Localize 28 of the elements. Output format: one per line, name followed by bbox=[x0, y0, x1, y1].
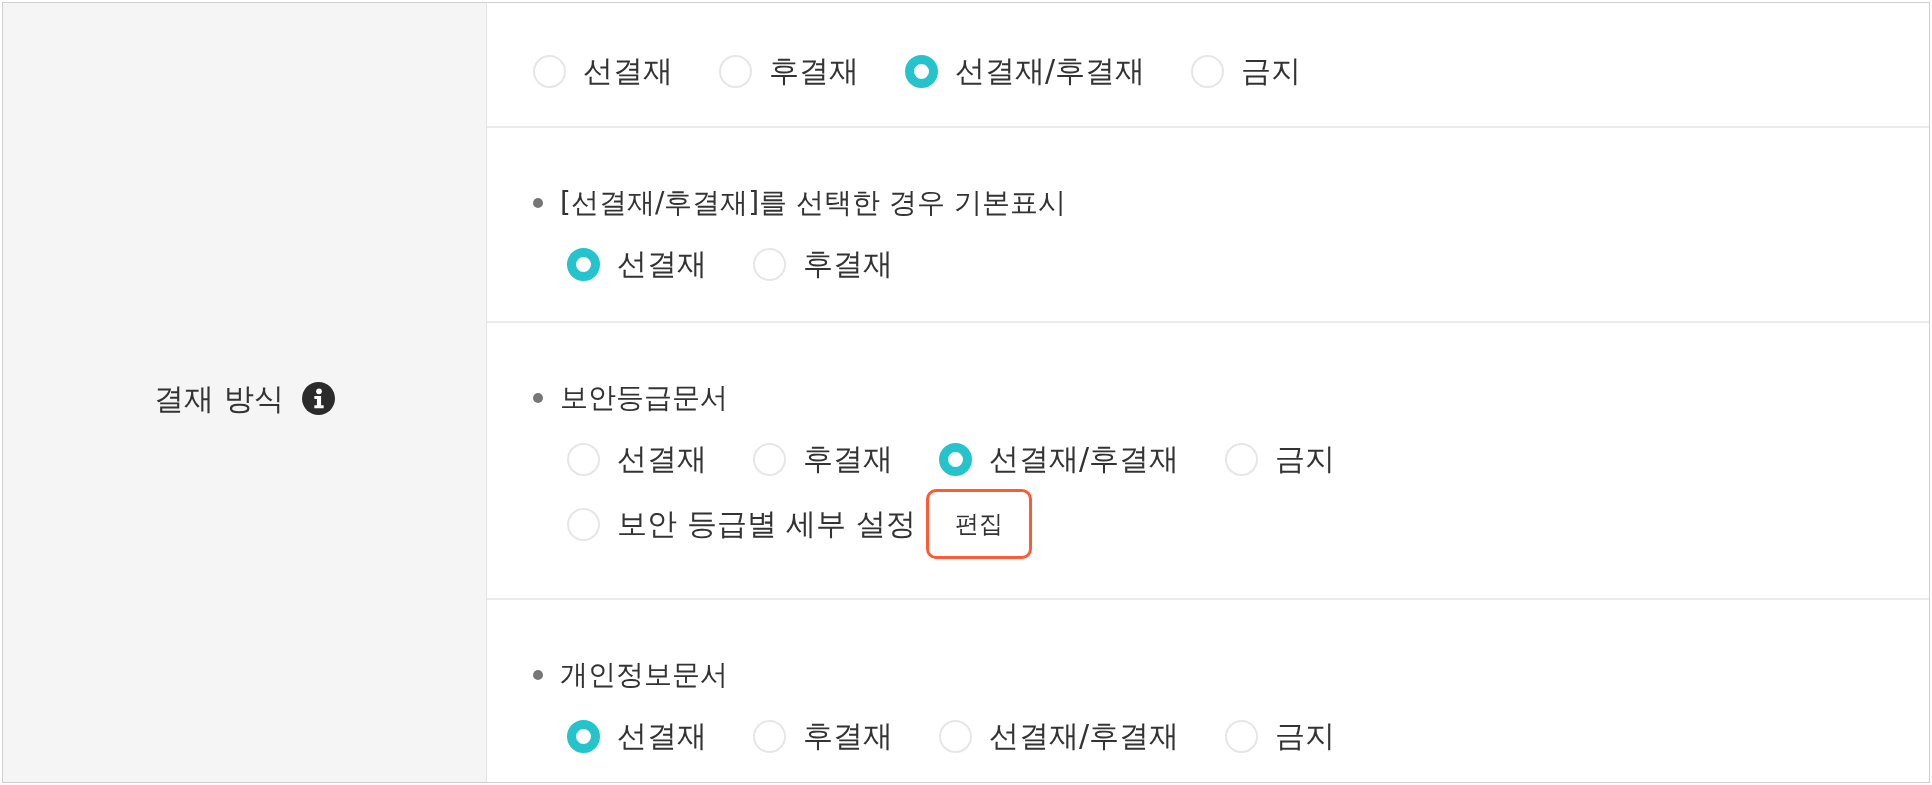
info-icon[interactable] bbox=[301, 382, 335, 415]
radio-option[interactable]: 후결재 bbox=[719, 53, 859, 89]
radio-option[interactable]: 선결재/후결재 bbox=[939, 441, 1180, 477]
radio-option[interactable]: 금지 bbox=[1225, 441, 1336, 477]
radio-option[interactable]: 선결재/후결재 bbox=[905, 53, 1146, 89]
section-title: 개인정보문서 bbox=[560, 657, 728, 693]
radio-option[interactable]: 후결재 bbox=[753, 441, 893, 477]
radio-button[interactable] bbox=[905, 54, 938, 88]
radio-option[interactable]: 선결재 bbox=[567, 718, 707, 754]
radio-button[interactable] bbox=[567, 247, 600, 281]
radio-option[interactable]: 선결재 bbox=[533, 53, 673, 89]
radio-option[interactable]: 보안 등급별 세부 설정 bbox=[567, 506, 916, 542]
radio-option[interactable]: 후결재 bbox=[753, 718, 893, 754]
radio-option[interactable]: 후결재 bbox=[753, 246, 893, 282]
radio-button[interactable] bbox=[567, 719, 600, 753]
radio-option[interactable]: 금지 bbox=[1191, 53, 1302, 89]
bullet-icon bbox=[533, 670, 543, 680]
setting-label: 결재 방식 bbox=[154, 380, 284, 417]
radio-option[interactable]: 선결재 bbox=[567, 246, 707, 282]
section-title: 보안등급문서 bbox=[560, 380, 728, 416]
bullet-icon bbox=[533, 393, 543, 403]
section-title: [선결재/후결재]를 선택한 경우 기본표시 bbox=[560, 185, 1066, 221]
radio-option[interactable]: 선결재 bbox=[567, 441, 707, 477]
bullet-icon bbox=[533, 198, 543, 208]
edit-button[interactable]: 편집 bbox=[925, 489, 1032, 559]
radio-option[interactable]: 선결재/후결재 bbox=[939, 718, 1180, 754]
radio-option[interactable]: 금지 bbox=[1225, 718, 1336, 754]
radio-button[interactable] bbox=[939, 442, 972, 476]
